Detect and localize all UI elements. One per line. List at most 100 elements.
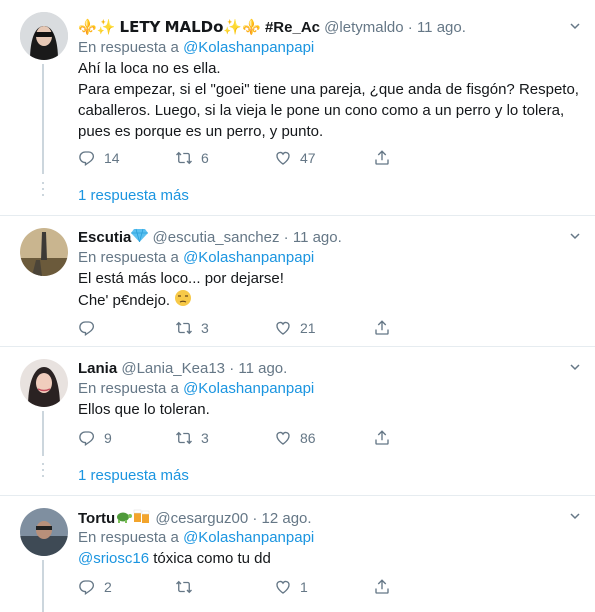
chevron-down-icon[interactable] [569,361,581,373]
display-name[interactable]: Escutia [78,229,131,246]
reply-button[interactable]: 14 [78,148,120,168]
more-replies-link[interactable]: 1 respuesta más [78,187,189,204]
text-line: Para empezar, si el "goei" tiene una par… [78,81,579,98]
reply-icon [78,319,96,337]
timestamp[interactable]: 11 ago. [293,229,342,246]
like-count: 47 [300,150,316,166]
dot-separator: · [229,360,235,377]
reply-button[interactable]: 2 [78,577,112,597]
text-line: El está más loco... por dejarse! [78,270,284,287]
tweet-2[interactable]: Escutia @escutia_sanchez · 11 ago. En re… [0,216,595,346]
reply-to-link[interactable]: @Kolashanpanpapi [183,39,314,56]
display-name[interactable]: ⚜️✨ 𝗟𝗘𝗧𝗬 𝗠𝗔𝗟𝗗𝗼✨⚜️ #Re_Ac [78,19,320,36]
chevron-down-icon[interactable] [569,230,581,242]
heart-icon [274,578,292,596]
avatar[interactable] [20,228,68,276]
display-name[interactable]: Lania [78,360,117,377]
tweet-text: Ellos que lo toleran. [78,399,581,420]
mention-link[interactable]: @sriosc16 [78,550,149,567]
share-icon [373,578,391,596]
reply-prefix: En respuesta a [78,380,179,397]
tweet-4[interactable]: Tortu @cesarguz00 · 12 ago. En respuesta… [0,496,595,612]
more-replies-link[interactable]: 1 respuesta más [78,467,189,484]
retweet-count: 6 [201,150,209,166]
avatar[interactable] [20,508,68,556]
thread-line [42,411,44,456]
heart-icon [274,429,292,447]
dot-separator: · [252,509,258,527]
share-icon [373,429,391,447]
tweet-3[interactable]: Lania @Lania_Kea13 · 11 ago. En respuest… [0,347,595,495]
handle[interactable]: @escutia_sanchez [153,229,280,246]
reply-prefix: En respuesta a [78,529,179,546]
share-icon [373,149,391,167]
reply-prefix: En respuesta a [78,249,179,266]
retweet-icon [175,578,193,596]
chevron-down-icon[interactable] [569,510,581,522]
retweet-icon [175,429,193,447]
avatar[interactable] [20,12,68,60]
tweet-1[interactable]: ⚜️✨ 𝗟𝗘𝗧𝗬 𝗠𝗔𝗟𝗗𝗼✨⚜️ #Re_Ac @letymaldo · 11… [0,0,595,215]
retweet-icon [175,149,193,167]
display-name[interactable]: Tortu [78,510,115,527]
thread-line [42,64,44,174]
retweet-count: 3 [201,430,209,446]
timestamp[interactable]: 11 ago. [238,360,287,377]
thread-dots [40,182,46,200]
like-button[interactable]: 21 [274,318,316,338]
handle[interactable]: @cesarguz00 [155,510,248,527]
reply-button[interactable]: 9 [78,428,112,448]
handle[interactable]: @Lania_Kea13 [121,360,225,377]
unamused-face-icon [174,289,192,313]
share-button[interactable] [373,428,391,448]
retweet-count: 3 [201,320,209,336]
share-button[interactable] [373,318,391,338]
tweet-text: El está más loco... por dejarse! Che' p€… [78,268,581,313]
dot-separator: · [407,19,413,36]
reply-to-link[interactable]: @Kolashanpanpapi [183,380,314,397]
share-icon [373,319,391,337]
share-button[interactable] [373,148,391,168]
timestamp[interactable]: 12 ago. [262,510,312,527]
chevron-down-icon[interactable] [569,20,581,32]
reply-count: 2 [104,579,112,595]
text-line: pues es porque es un perro, y punto. [78,123,324,140]
avatar[interactable] [20,359,68,407]
reply-count: 14 [104,150,120,166]
text-line: Ellos que lo toleran. [78,401,210,418]
heart-icon [274,319,292,337]
like-button[interactable]: 47 [274,148,316,168]
reply-icon [78,578,96,596]
reply-count: 9 [104,430,112,446]
turtle-icon [115,509,133,529]
text-line: caballeros. Luego, si la vieja le pone u… [78,102,565,119]
reply-button[interactable] [78,318,104,338]
tweet-text: Ahí la loca no es ella. Para empezar, si… [78,58,581,142]
like-button[interactable]: 1 [274,577,308,597]
like-button[interactable]: 86 [274,428,316,448]
share-button[interactable] [373,577,391,597]
text-line: Ahí la loca no es ella. [78,60,221,77]
heart-icon [274,149,292,167]
reply-to-link[interactable]: @Kolashanpanpapi [183,249,314,266]
retweet-button[interactable]: 6 [175,148,209,168]
tweet-text: @sriosc16 tóxica como tu dd [78,548,581,569]
dot-separator: · [283,229,289,246]
like-count: 21 [300,320,316,336]
reply-icon [78,429,96,447]
beer-mugs-icon [133,508,151,530]
like-count: 1 [300,579,308,595]
thread-line [42,560,44,612]
retweet-button[interactable]: 3 [175,428,209,448]
retweet-icon [175,319,193,337]
reply-prefix: En respuesta a [78,39,179,56]
reply-to-link[interactable]: @Kolashanpanpapi [183,529,314,546]
gem-icon [131,228,149,248]
like-count: 86 [300,430,316,446]
handle[interactable]: @letymaldo [324,19,403,36]
retweet-button[interactable]: 3 [175,318,209,338]
text-line: tóxica como tu dd [153,550,271,567]
timestamp[interactable]: 11 ago. [417,19,466,36]
retweet-button[interactable] [175,577,201,597]
text-line: Che' p€ndejo. [78,291,171,309]
